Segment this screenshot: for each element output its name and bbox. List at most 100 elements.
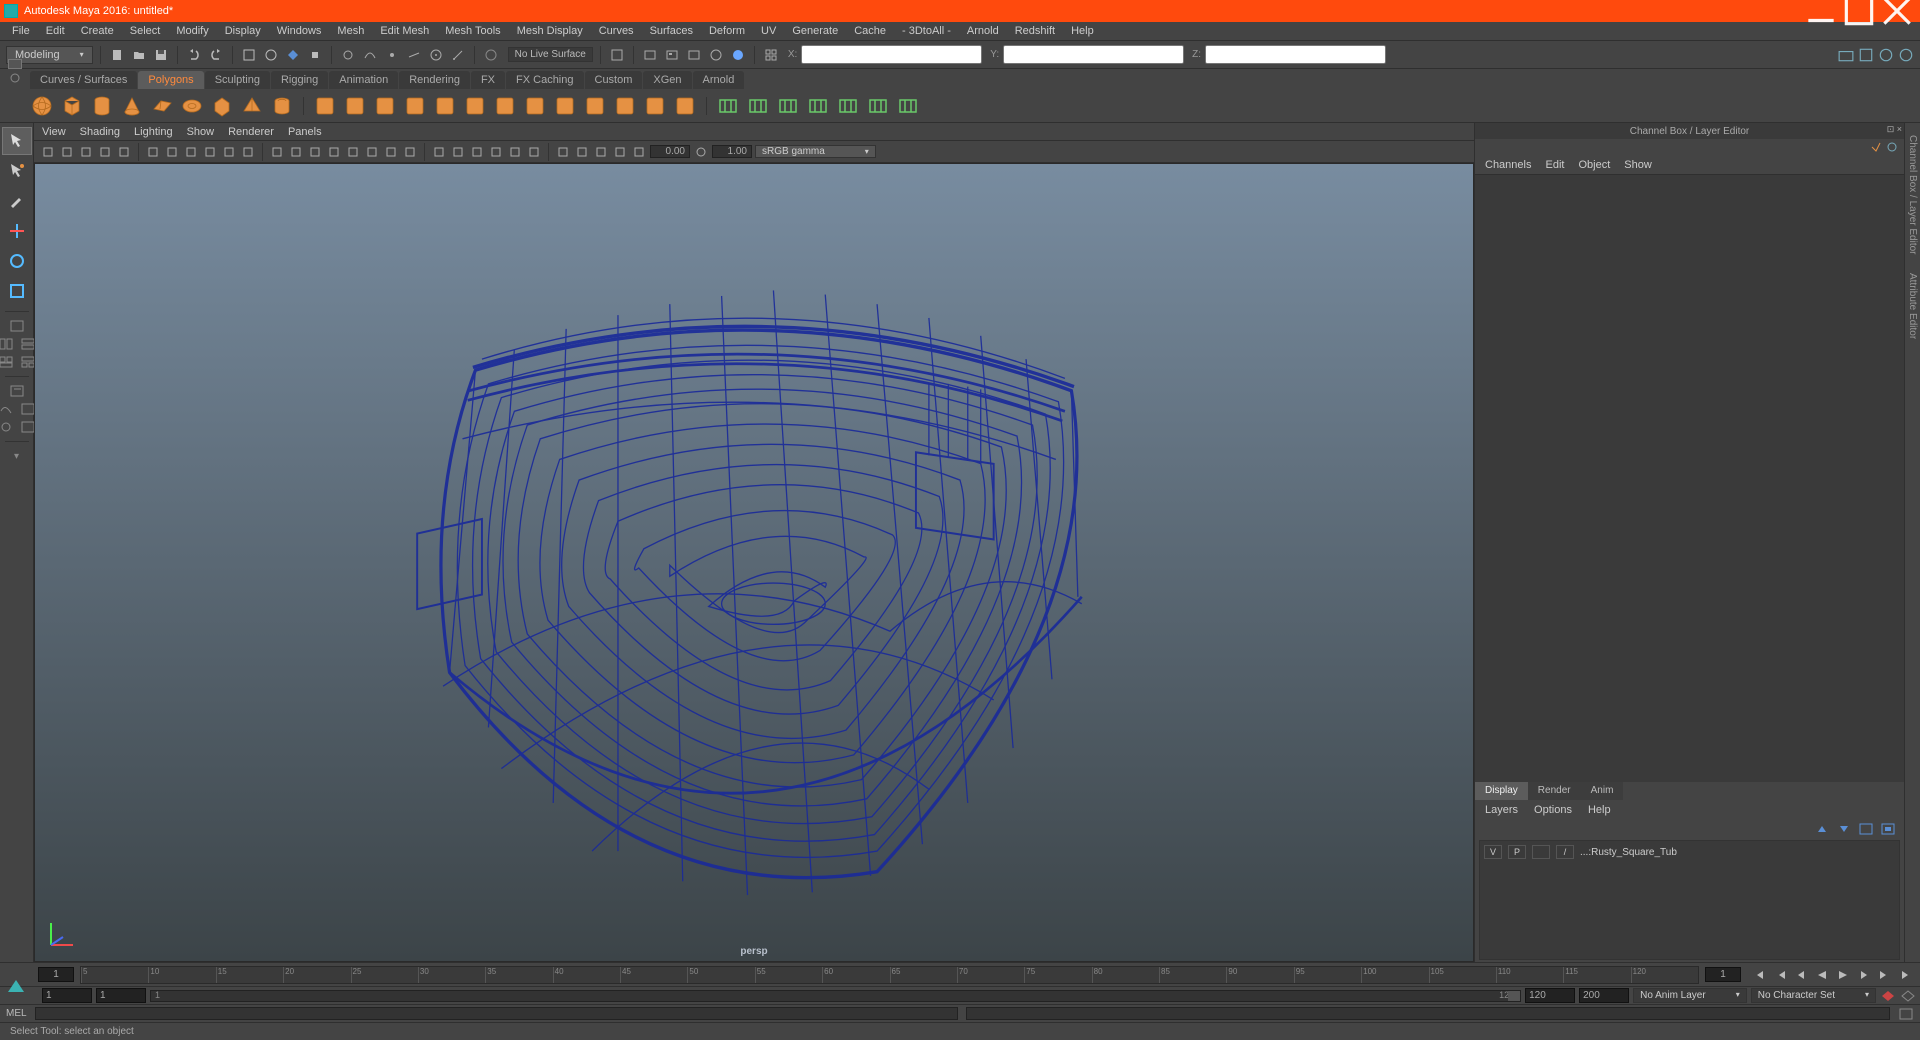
panel-tool-24[interactable] xyxy=(526,144,542,160)
coord-x-input[interactable] xyxy=(801,45,982,64)
poly-smooth-icon[interactable] xyxy=(493,94,517,118)
poly-cylinder-icon[interactable] xyxy=(90,94,114,118)
menu-uv[interactable]: UV xyxy=(753,23,784,39)
panel-tool-2[interactable] xyxy=(78,144,94,160)
coord-z-input[interactable] xyxy=(1205,45,1386,64)
snap-view-icon[interactable] xyxy=(449,46,467,64)
panel-tool-7[interactable] xyxy=(183,144,199,160)
step-forward-frame-button[interactable] xyxy=(1854,967,1874,983)
step-back-key-button[interactable] xyxy=(1770,967,1790,983)
panel-tool-25[interactable] xyxy=(555,144,571,160)
shelf-tab-arnold[interactable]: Arnold xyxy=(693,71,745,89)
script-editor-icon[interactable] xyxy=(1898,1007,1914,1021)
live-surface-label[interactable]: No Live Surface xyxy=(508,47,593,62)
panel-menu-lighting[interactable]: Lighting xyxy=(134,126,173,138)
shelf-tab-fx-caching[interactable]: FX Caching xyxy=(506,71,583,89)
poly-green6-icon[interactable] xyxy=(866,94,890,118)
poly-cone-icon[interactable] xyxy=(120,94,144,118)
cb-menu-object[interactable]: Object xyxy=(1578,159,1610,171)
snap-plane-icon[interactable] xyxy=(405,46,423,64)
layer-row[interactable]: V P / ...:Rusty_Square_Tub xyxy=(1480,843,1899,861)
poly-booleans-icon[interactable] xyxy=(343,94,367,118)
range-start-outer[interactable]: 1 xyxy=(42,988,92,1003)
shelf-tab-animation[interactable]: Animation xyxy=(329,71,398,89)
layer-menu-help[interactable]: Help xyxy=(1588,804,1611,816)
poly-sphere-icon[interactable] xyxy=(30,94,54,118)
poly-combine-icon[interactable] xyxy=(373,94,397,118)
open-scene-icon[interactable] xyxy=(130,46,148,64)
shelf-tab-sculpting[interactable]: Sculpting xyxy=(205,71,270,89)
poly-cube-icon[interactable] xyxy=(60,94,84,118)
poly-bevel-icon[interactable] xyxy=(643,94,667,118)
anim-layer-combo[interactable]: No Anim Layer xyxy=(1633,988,1747,1003)
panel-tool-3[interactable] xyxy=(97,144,113,160)
move-tool[interactable] xyxy=(2,217,32,245)
panel-tool-23[interactable] xyxy=(507,144,523,160)
step-forward-key-button[interactable] xyxy=(1875,967,1895,983)
shelf-tab-custom[interactable]: Custom xyxy=(585,71,643,89)
go-to-start-button[interactable] xyxy=(1749,967,1769,983)
menu-mesh[interactable]: Mesh xyxy=(329,23,372,39)
panel-tool-11[interactable] xyxy=(269,144,285,160)
cb-menu-show[interactable]: Show xyxy=(1624,159,1652,171)
panel-tool-1[interactable] xyxy=(59,144,75,160)
minimize-button[interactable] xyxy=(1802,0,1840,22)
range-end-inner[interactable]: 120 xyxy=(1525,988,1575,1003)
layer-new-empty-icon[interactable] xyxy=(1858,822,1874,836)
toolbox-layout-2a[interactable] xyxy=(0,336,16,352)
panel-tool-9[interactable] xyxy=(221,144,237,160)
viewport[interactable]: persp xyxy=(34,163,1474,962)
layer-name[interactable]: ...:Rusty_Square_Tub xyxy=(1580,847,1677,858)
panel-menu-show[interactable]: Show xyxy=(187,126,215,138)
range-start-inner[interactable]: 1 xyxy=(96,988,146,1003)
panel-tool-27[interactable] xyxy=(593,144,609,160)
menu--dtoall-[interactable]: - 3DtoAll - xyxy=(894,23,959,39)
close-button[interactable] xyxy=(1878,0,1916,22)
lasso-tool[interactable] xyxy=(2,157,32,185)
set-key-button[interactable] xyxy=(1880,989,1896,1003)
maximize-button[interactable] xyxy=(1840,0,1878,22)
poly-prism-icon[interactable] xyxy=(210,94,234,118)
render-settings-icon[interactable] xyxy=(685,46,703,64)
right-rail-tab-0[interactable]: Channel Box / Layer Editor xyxy=(1906,129,1919,261)
timeline-current-frame[interactable]: 1 xyxy=(38,967,74,982)
panel-tool-10[interactable] xyxy=(240,144,256,160)
menu-windows[interactable]: Windows xyxy=(269,23,330,39)
panel-tool-17[interactable] xyxy=(383,144,399,160)
menu-mesh-display[interactable]: Mesh Display xyxy=(509,23,591,39)
panel-menu-shading[interactable]: Shading xyxy=(80,126,120,138)
poly-green4-icon[interactable] xyxy=(806,94,830,118)
panel-tool-13[interactable] xyxy=(307,144,323,160)
panel-tool-26[interactable] xyxy=(574,144,590,160)
undo-icon[interactable] xyxy=(185,46,203,64)
grid-icon[interactable] xyxy=(762,46,780,64)
snap-curve-icon[interactable] xyxy=(361,46,379,64)
shelf-tab-polygons[interactable]: Polygons xyxy=(138,71,203,89)
poly-separate-icon[interactable] xyxy=(403,94,427,118)
auto-key-button[interactable] xyxy=(1900,989,1916,1003)
layer-tab-anim[interactable]: Anim xyxy=(1581,782,1624,800)
layer-tab-render[interactable]: Render xyxy=(1528,782,1581,800)
help-icon[interactable] xyxy=(1898,47,1914,63)
snap-point-icon[interactable] xyxy=(383,46,401,64)
toolbox-more-icon[interactable]: ▾ xyxy=(7,448,27,464)
panel-menu-view[interactable]: View xyxy=(42,126,66,138)
cb-icon-1[interactable] xyxy=(1870,141,1882,153)
cb-menu-edit[interactable]: Edit xyxy=(1545,159,1564,171)
shelf-tab-xgen[interactable]: XGen xyxy=(643,71,691,89)
layer-visibility-cell[interactable]: V xyxy=(1484,845,1502,859)
panel-tool-8[interactable] xyxy=(202,144,218,160)
layer-display-cell[interactable] xyxy=(1532,845,1550,859)
modelling-toolkit-icon[interactable] xyxy=(1838,47,1854,63)
poly-plane-icon[interactable] xyxy=(150,94,174,118)
panel-tool-28[interactable] xyxy=(612,144,628,160)
character-set-combo[interactable]: No Character Set xyxy=(1751,988,1876,1003)
panel-tool-29[interactable] xyxy=(631,144,647,160)
select-mode-icon[interactable] xyxy=(240,46,258,64)
render-icon[interactable] xyxy=(641,46,659,64)
panel-tool-22[interactable] xyxy=(488,144,504,160)
menu-edit-mesh[interactable]: Edit Mesh xyxy=(372,23,437,39)
panel-tool-6[interactable] xyxy=(164,144,180,160)
timeline-end-frame[interactable]: 1 xyxy=(1705,967,1741,982)
snap-grid-icon[interactable] xyxy=(339,46,357,64)
